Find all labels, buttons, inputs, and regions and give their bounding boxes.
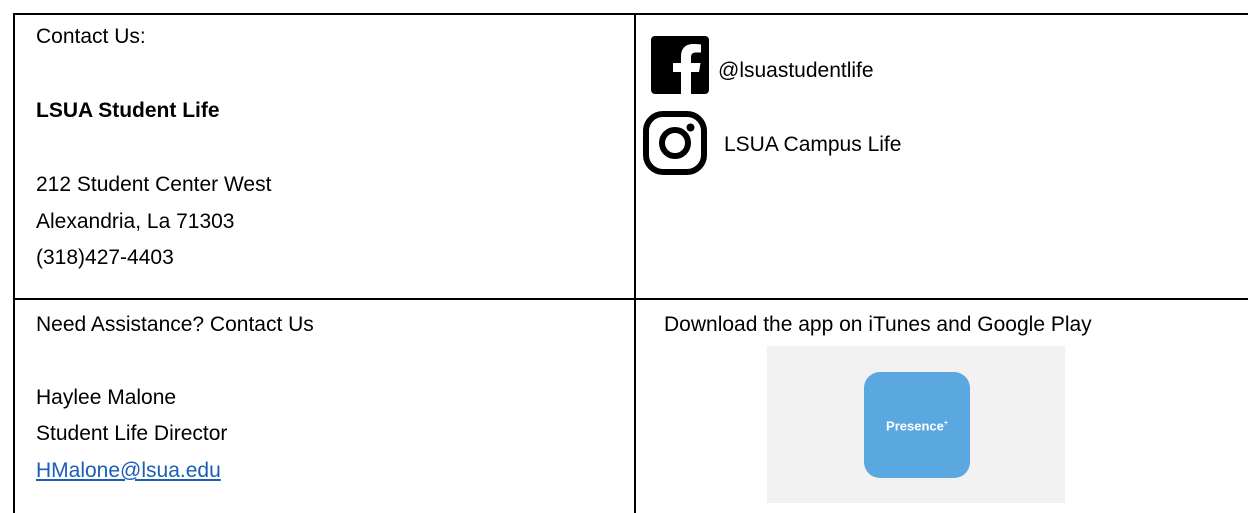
phone-number: (318)427-4403 — [36, 246, 174, 269]
facebook-icon — [651, 36, 709, 94]
instagram-icon — [642, 110, 708, 176]
facebook-handle: @lsuastudentlife — [718, 59, 874, 82]
presence-app-icon: Presence+ — [864, 372, 970, 478]
app-name-label: Presence+ — [886, 418, 948, 434]
assistance-heading: Need Assistance? Contact Us — [36, 313, 314, 336]
table-row-divider — [13, 298, 1248, 300]
table-column-divider — [634, 13, 636, 513]
org-name: LSUA Student Life — [36, 99, 220, 122]
contact-person-name: Haylee Malone — [36, 386, 177, 409]
address-line-1: 212 Student Center West — [36, 173, 272, 196]
app-image: Presence+ — [767, 346, 1065, 503]
contact-person-title: Student Life Director — [36, 422, 228, 445]
app-download-heading: Download the app on iTunes and Google Pl… — [664, 313, 1092, 336]
contact-heading: Contact Us: — [36, 25, 146, 48]
contact-email-link[interactable]: HMalone@lsua.edu — [36, 458, 221, 483]
instagram-name: LSUA Campus Life — [724, 133, 902, 156]
address-line-2: Alexandria, La 71303 — [36, 210, 235, 233]
